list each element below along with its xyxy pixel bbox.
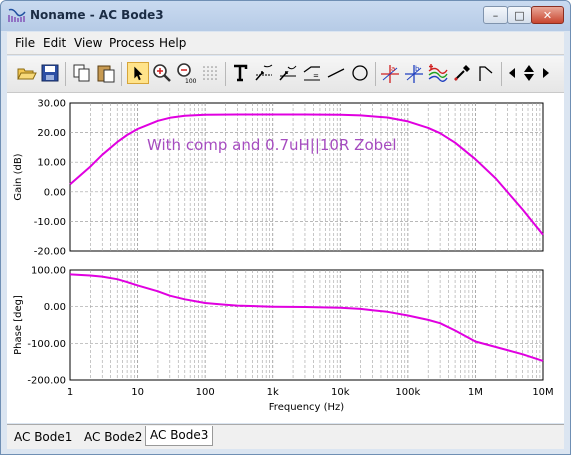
save-icon[interactable] — [39, 62, 61, 84]
eyedropper-icon[interactable] — [451, 62, 473, 84]
x-tick-label: 1k — [267, 387, 279, 398]
x-tick-label: 100 — [196, 387, 215, 398]
tab-ac-bode1[interactable]: AC Bode1 — [10, 428, 76, 446]
menu-file[interactable]: File — [15, 36, 35, 50]
y-tick-label: 30.00 — [37, 99, 66, 110]
up-down-icon[interactable] — [519, 62, 539, 84]
text-T-icon[interactable] — [229, 62, 251, 84]
toolbar-separator — [225, 62, 226, 86]
svg-text:100: 100 — [185, 78, 197, 84]
maximize-button[interactable]: □ — [507, 6, 532, 24]
bode-plot-svg[interactable]: 30.0020.0010.000.00-10.00-20.00Gain (dB)… — [7, 93, 564, 423]
minimize-icon: – — [492, 8, 499, 22]
menu-help[interactable]: Help — [159, 36, 186, 50]
bode-plot-area: 30.00 20.00 10.00 0.00 -10.00 -20.00 Gain (dB)… — [7, 93, 564, 423]
add-curves-icon[interactable] — [427, 62, 449, 84]
zoom-in-icon[interactable] — [151, 62, 173, 84]
app-window: Noname - AC Bode3 – □ ✕ File Edit View P… — [0, 0, 571, 455]
cursor-arrow-2-icon[interactable] — [277, 62, 299, 84]
tab-ac-bode3[interactable]: AC Bode3 — [145, 426, 214, 446]
x-tick-label: 1M — [468, 387, 483, 398]
x-tick-label: 10M — [532, 387, 553, 398]
copy-icon[interactable] — [71, 62, 93, 84]
flag-icon[interactable] — [475, 62, 497, 84]
menu-edit[interactable]: Edit — [43, 36, 66, 50]
svg-text:a: a — [391, 65, 395, 73]
minimize-button[interactable]: – — [483, 6, 508, 24]
right-arrow-icon[interactable] — [539, 62, 553, 84]
y-tick-label: 100.00 — [31, 266, 66, 277]
y-tick-label: 0.00 — [44, 187, 66, 198]
menu-bar: File Edit View Process Help — [7, 32, 564, 55]
menu-view[interactable]: View — [74, 36, 102, 50]
app-icon — [8, 8, 26, 22]
menu-process[interactable]: Process — [109, 36, 155, 50]
window-title: Noname - AC Bode3 — [30, 8, 164, 22]
marker-b-icon[interactable]: b — [403, 62, 425, 84]
marker-a-icon[interactable]: a — [379, 62, 401, 84]
y-tick-label: -10.00 — [34, 217, 66, 228]
svg-text:b: b — [415, 65, 420, 73]
x-tick-label: 10 — [131, 387, 144, 398]
toolbar-separator — [121, 62, 122, 86]
svg-text:=: = — [313, 72, 319, 80]
y-tick-label: -100.00 — [27, 339, 66, 350]
open-folder-icon[interactable] — [15, 62, 37, 84]
maximize-icon: □ — [514, 8, 525, 22]
cursor-arrow-3-icon[interactable]: = — [301, 62, 323, 84]
y-tick-label: 20.00 — [37, 128, 66, 139]
toolbar-separator — [375, 62, 376, 86]
x-axis-label: Frequency (Hz) — [269, 402, 345, 413]
title-bar[interactable]: Noname - AC Bode3 – □ ✕ — [1, 1, 570, 31]
zoom-out-100-icon[interactable]: 100 — [175, 62, 197, 84]
y-tick-label: -200.00 — [27, 376, 66, 387]
x-tick-label: 100k — [395, 387, 420, 398]
close-button[interactable]: ✕ — [531, 6, 564, 24]
close-icon: ✕ — [542, 8, 553, 22]
cursor-arrow-1-icon[interactable] — [253, 62, 275, 84]
circle-icon[interactable] — [349, 62, 371, 84]
x-tick-label: 1 — [67, 387, 73, 398]
tab-ac-bode2[interactable]: AC Bode2 — [80, 428, 146, 446]
x-tick-label: 10k — [331, 387, 350, 398]
y-tick-label: 0.00 — [44, 302, 66, 313]
tab-bar: AC Bode1 AC Bode2 AC Bode3 — [7, 424, 564, 449]
grid-dots-icon[interactable] — [199, 62, 221, 84]
toolbar: 100 = a b — [7, 56, 564, 93]
y-axis-label: Phase [deg] — [13, 295, 24, 355]
line-icon[interactable] — [325, 62, 347, 84]
left-arrow-icon[interactable] — [505, 62, 519, 84]
toolbar-separator — [501, 62, 502, 86]
plot-annotation: With comp and 0.7uH||10R Zobel — [147, 136, 397, 154]
paste-icon[interactable] — [95, 62, 117, 84]
y-axis-label: Gain (dB) — [13, 153, 24, 200]
toolbar-separator — [65, 62, 66, 86]
pointer-icon[interactable] — [127, 62, 149, 84]
y-tick-label: 10.00 — [37, 158, 66, 169]
y-tick-label: -20.00 — [34, 247, 66, 258]
